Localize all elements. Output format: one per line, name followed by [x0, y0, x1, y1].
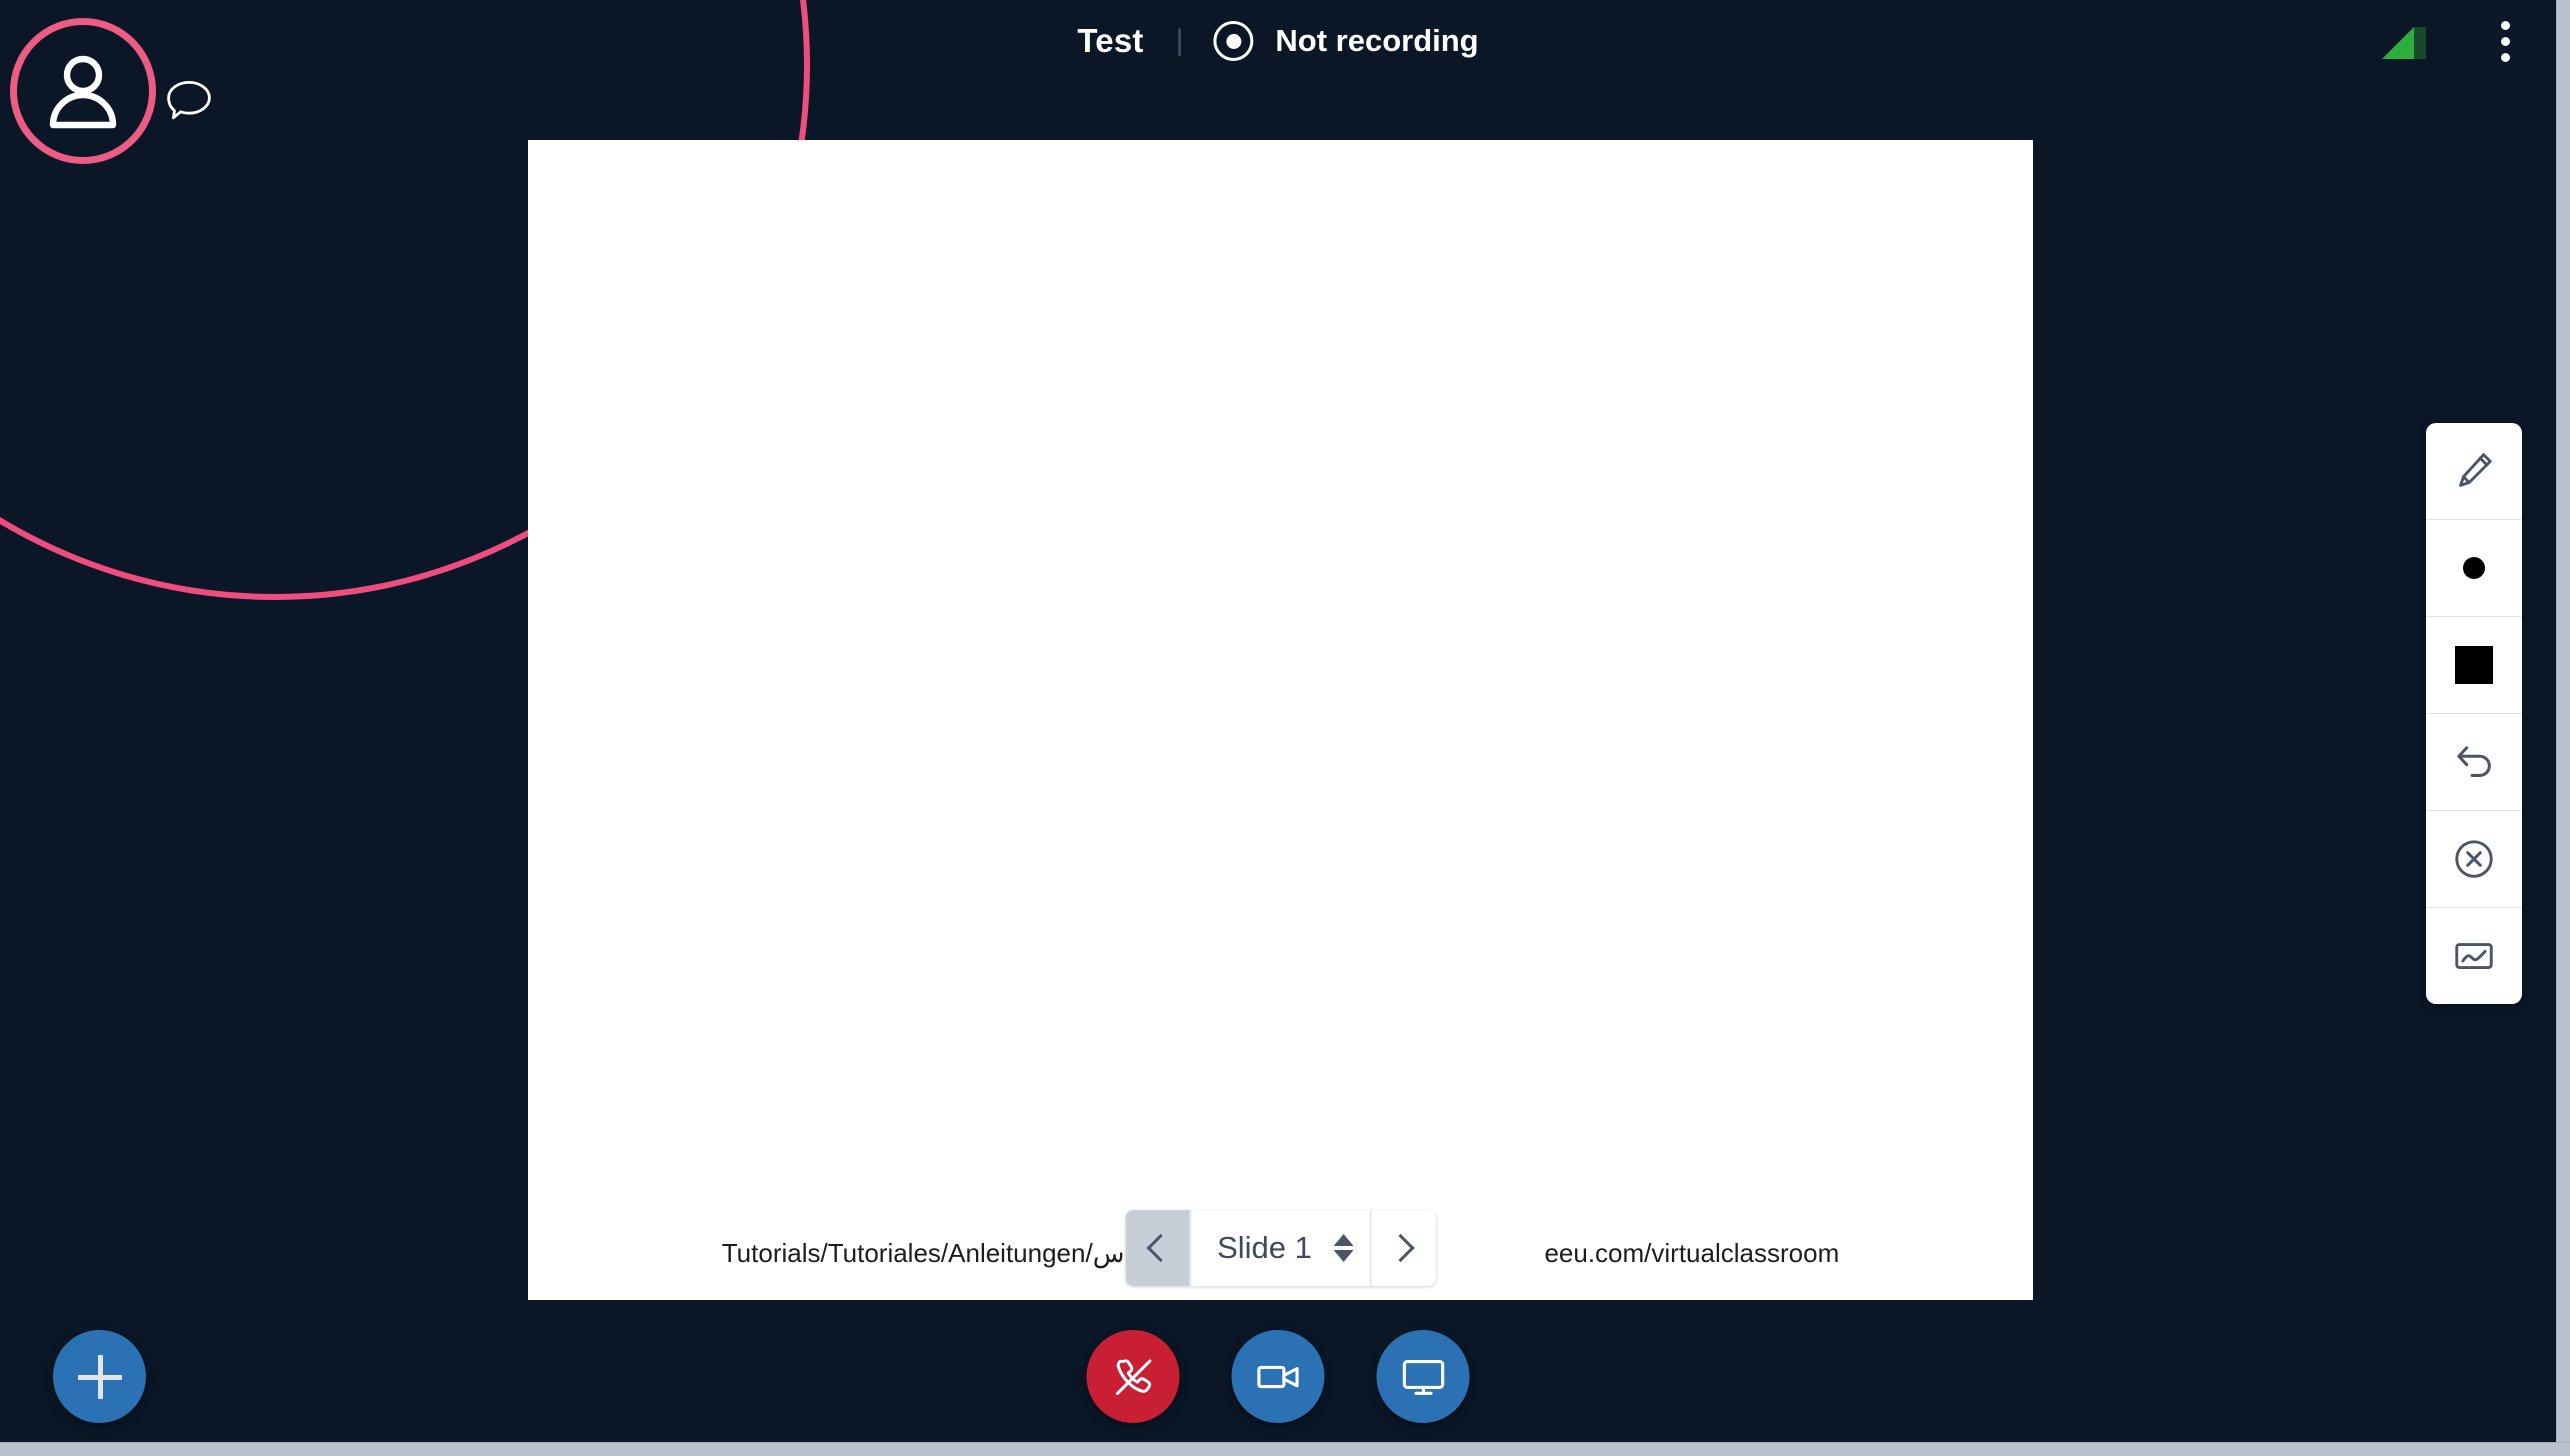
- color-swatch-icon: [2455, 646, 2493, 684]
- video-camera-icon: [1253, 1352, 1303, 1402]
- camera-button[interactable]: [1231, 1330, 1325, 1423]
- phone-slash-icon: [1109, 1353, 1157, 1401]
- previous-slide-button[interactable]: [1125, 1210, 1190, 1286]
- slide-selector[interactable]: Slide 1: [1189, 1210, 1372, 1286]
- slide-navigation: Slide 1: [1125, 1210, 1436, 1286]
- screenshare-button[interactable]: [1376, 1330, 1470, 1423]
- header-center: Test | Not recording: [1077, 21, 1479, 61]
- clear-tool[interactable]: [2426, 811, 2522, 908]
- presentation-whiteboard[interactable]: Tutorials/Tutoriales/Anleitungen/س eeu.c…: [528, 140, 2033, 1300]
- chevron-left-icon: [1145, 1233, 1175, 1263]
- kebab-menu-icon[interactable]: [2472, 8, 2538, 74]
- current-slide-label: Slide 1: [1217, 1230, 1312, 1265]
- person-icon: [35, 43, 131, 139]
- chat-bubble-icon[interactable]: [162, 76, 216, 128]
- drawing-toolbar: [2426, 423, 2522, 1004]
- up-down-stepper-icon[interactable]: [1333, 1234, 1354, 1262]
- monitor-icon: [1398, 1352, 1448, 1402]
- hangup-button[interactable]: [1086, 1330, 1180, 1423]
- meeting-controls: [1086, 1330, 1470, 1423]
- undo-arrow-icon: [2451, 739, 2497, 785]
- avatar[interactable]: [10, 18, 156, 164]
- color-tool[interactable]: [2426, 617, 2522, 714]
- whiteboard-tool[interactable]: [2426, 908, 2522, 1004]
- chevron-right-icon: [1386, 1233, 1416, 1263]
- slide-text-right: eeu.com/virtualclassroom: [1544, 1238, 1840, 1268]
- add-button[interactable]: [53, 1330, 146, 1423]
- pencil-icon: [2451, 448, 2497, 494]
- record-dot-icon: [1213, 21, 1254, 61]
- pencil-tool[interactable]: [2426, 423, 2522, 520]
- whiteboard-icon: [2451, 933, 2497, 979]
- meeting-title: Test: [1077, 22, 1144, 59]
- plus-icon: [77, 1354, 122, 1399]
- thickness-tool[interactable]: [2426, 520, 2522, 617]
- meeting-stage: Test | Not recording Tutorials/Tutoriale…: [0, 0, 2556, 1442]
- header-right: [2378, 0, 2556, 82]
- recording-status[interactable]: Not recording: [1213, 21, 1479, 61]
- recording-status-label: Not recording: [1275, 23, 1479, 58]
- connection-signal-icon[interactable]: [2378, 19, 2430, 63]
- top-header: Test | Not recording: [0, 0, 2556, 82]
- undo-tool[interactable]: [2426, 714, 2522, 811]
- slide-text-left: Tutorials/Tutoriales/Anleitungen/س: [721, 1238, 1125, 1268]
- vertical-scrollbar[interactable]: [2556, 0, 2570, 1442]
- horizontal-scrollbar[interactable]: [0, 1442, 2570, 1456]
- user-presence: [10, 18, 240, 178]
- next-slide-button[interactable]: [1371, 1210, 1436, 1286]
- app-root: Test | Not recording Tutorials/Tutoriale…: [0, 0, 2570, 1456]
- dot-icon: [2463, 557, 2485, 579]
- x-circle-icon: [2451, 836, 2497, 882]
- header-separator: |: [1175, 24, 1184, 57]
